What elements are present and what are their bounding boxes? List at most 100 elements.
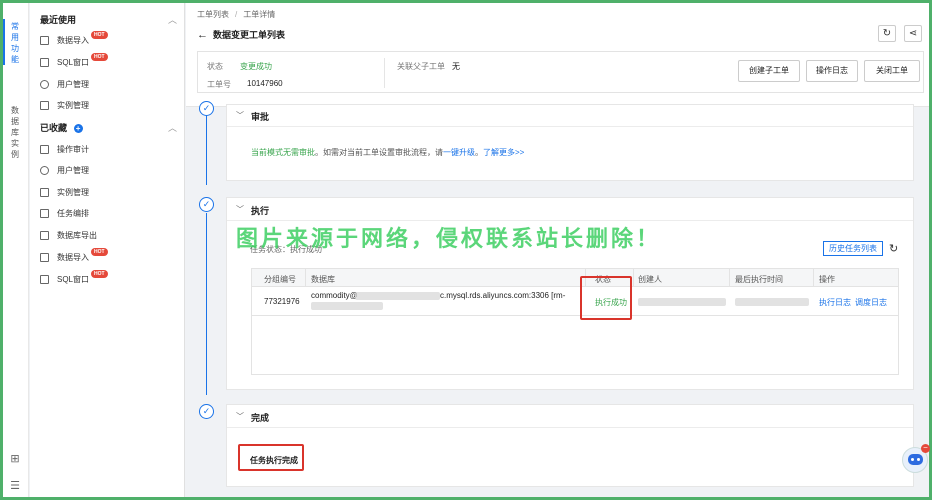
instance-icon [40,187,49,197]
learn-more-link[interactable]: 了解更多>> [483,148,524,157]
import-icon [40,35,49,45]
watermark-text: 图片来源于网络，侵权联系站长删除！ [236,226,662,251]
group-id-cell: 77321976 [264,297,300,306]
side-menu: 最近使用 ︿ 数据导入 HOT SQL窗口 HOT 用户管理 实例管理 已收藏 … [30,3,185,497]
history-task-list-button[interactable]: 历史任务列表 [823,241,883,256]
recent-item-sql-window[interactable]: SQL窗口 HOT [40,53,108,69]
schedule-log-link[interactable]: 调度日志 [855,297,887,308]
sql-window-icon [40,57,49,67]
check-circle-icon: ✓ [199,404,214,419]
approve-hint-text: 。如需对当前工单设置审批流程，请 [315,148,443,157]
assistant-bot-button[interactable]: − [902,444,930,473]
complete-card: ﹀ 完成 [226,404,914,487]
operation-log-button[interactable]: 操作日志 [806,60,858,82]
fav-item-instance-management[interactable]: 实例管理 [40,185,89,199]
minimize-icon[interactable]: − [921,444,930,453]
hot-badge: HOT [91,248,108,256]
breadcrumb-ticket-list[interactable]: 工单列表 [197,10,229,19]
share-button[interactable]: ⋖ [904,25,922,42]
menu-item-label: 数据导入 [57,35,89,45]
fav-item-operation-audit[interactable]: 操作审计 [40,142,89,156]
ticket-no-value: 10147960 [247,79,283,88]
refresh-icon[interactable]: ↻ [889,242,898,255]
rail-item-db-instances[interactable]: 数据库实例 [9,105,21,160]
chevron-up-icon[interactable]: ︿ [168,13,177,26]
check-circle-icon: ✓ [199,197,214,212]
timeline-line [206,110,207,185]
create-child-ticket-button[interactable]: 创建子工单 [738,60,800,82]
user-icon [40,165,49,175]
approve-title: 审批 [251,112,270,122]
execute-card-header[interactable]: ﹀ 执行 [227,198,913,221]
page-title: ← 数据变更工单列表 [197,28,285,41]
export-icon [40,230,49,240]
ticket-header: 工单列表 / 工单详情 ← 数据变更工单列表 ↻ ⋖ 状态 变更成功 工单号 101… [186,3,929,107]
col-group-id: 分组编号 [264,275,296,284]
column-separator [813,269,814,287]
close-ticket-button[interactable]: 关闭工单 [864,60,920,82]
status-value: 变更成功 [240,62,272,71]
no-approval-text: 当前模式无需审批 [251,148,315,157]
fav-item-user-management[interactable]: 用户管理 [40,163,89,177]
database-cell-prefix: commodity@ [311,291,358,300]
recent-item-user-management[interactable]: 用户管理 [40,77,89,91]
chevron-down-icon[interactable]: ﹀ [236,411,244,422]
complete-title: 完成 [251,413,270,423]
ticket-no-label: 工单号 [207,80,231,89]
menu-item-label: SQL窗口 [57,274,90,284]
workflow-icon [40,208,49,218]
grid-icon[interactable]: ⊞ [9,453,21,465]
menu-item-label: 操作审计 [57,144,89,154]
breadcrumb: 工单列表 / 工单详情 [197,9,275,20]
fav-item-data-import[interactable]: 数据导入 HOT [40,248,108,264]
chevron-down-icon[interactable]: ﹀ [236,110,244,121]
chevron-up-icon[interactable]: ︿ [168,121,177,134]
refresh-button[interactable]: ↻ [878,25,896,42]
menu-item-label: 用户管理 [57,165,89,175]
fav-item-sql-window[interactable]: SQL窗口 HOT [40,270,108,286]
exec-log-link[interactable]: 执行日志 [819,297,851,308]
column-separator [633,269,634,287]
menu-item-label: 数据库导出 [57,230,97,240]
rail-item-common-functions[interactable]: 常用功能 [9,21,21,65]
fav-item-db-export[interactable]: 数据库导出 [40,228,97,242]
import-icon [40,252,49,262]
parent-ticket-label: 关联父子工单 [397,62,445,71]
parent-ticket-value: 无 [452,62,460,71]
check-circle-icon: ✓ [199,101,214,116]
add-favorite-icon[interactable]: + [73,124,83,133]
row-divider [252,315,898,316]
instance-icon [40,100,49,110]
col-actions: 操作 [819,275,835,284]
breadcrumb-ticket-detail: 工单详情 [243,10,276,19]
complete-card-header[interactable]: ﹀ 完成 [227,405,913,428]
collapse-menu-icon[interactable]: ☰ [9,480,21,492]
section-recent-title: 最近使用 [40,15,77,25]
back-arrow-icon[interactable]: ← [197,29,208,41]
sql-window-icon [40,274,49,284]
rail-active-indicator [3,19,5,65]
hot-badge: HOT [91,270,108,278]
redacted-text [311,302,383,310]
menu-item-label: 实例管理 [57,100,89,110]
approve-card-header[interactable]: ﹀ 审批 [227,104,913,127]
col-last-exec-time: 最后执行时间 [735,275,783,284]
page-title-text: 数据变更工单列表 [213,30,286,40]
recent-item-instance-management[interactable]: 实例管理 [40,98,89,112]
recent-item-data-import[interactable]: 数据导入 HOT [40,31,108,47]
chevron-down-icon[interactable]: ﹀ [236,204,244,215]
status-highlight-box [580,276,632,320]
icon-rail: 常用功能 数据库实例 ⊞ ☰ [3,3,29,497]
section-recent[interactable]: 最近使用 ︿ [40,13,177,26]
fav-item-task-orchestration[interactable]: 任务编排 [40,206,89,220]
complete-highlight-box [238,444,304,471]
column-separator [729,269,730,287]
redacted-text [355,292,440,300]
upgrade-link[interactable]: 一键升级 [443,148,475,157]
menu-item-label: 数据导入 [57,252,89,262]
redacted-time [735,298,809,306]
column-separator [305,269,306,287]
database-cell-suffix: c.mysql.rds.aliyuncs.com:3306 [rm- [440,291,566,300]
breadcrumb-separator: / [235,10,238,19]
section-favorites[interactable]: 已收藏 + ︿ [40,121,177,134]
